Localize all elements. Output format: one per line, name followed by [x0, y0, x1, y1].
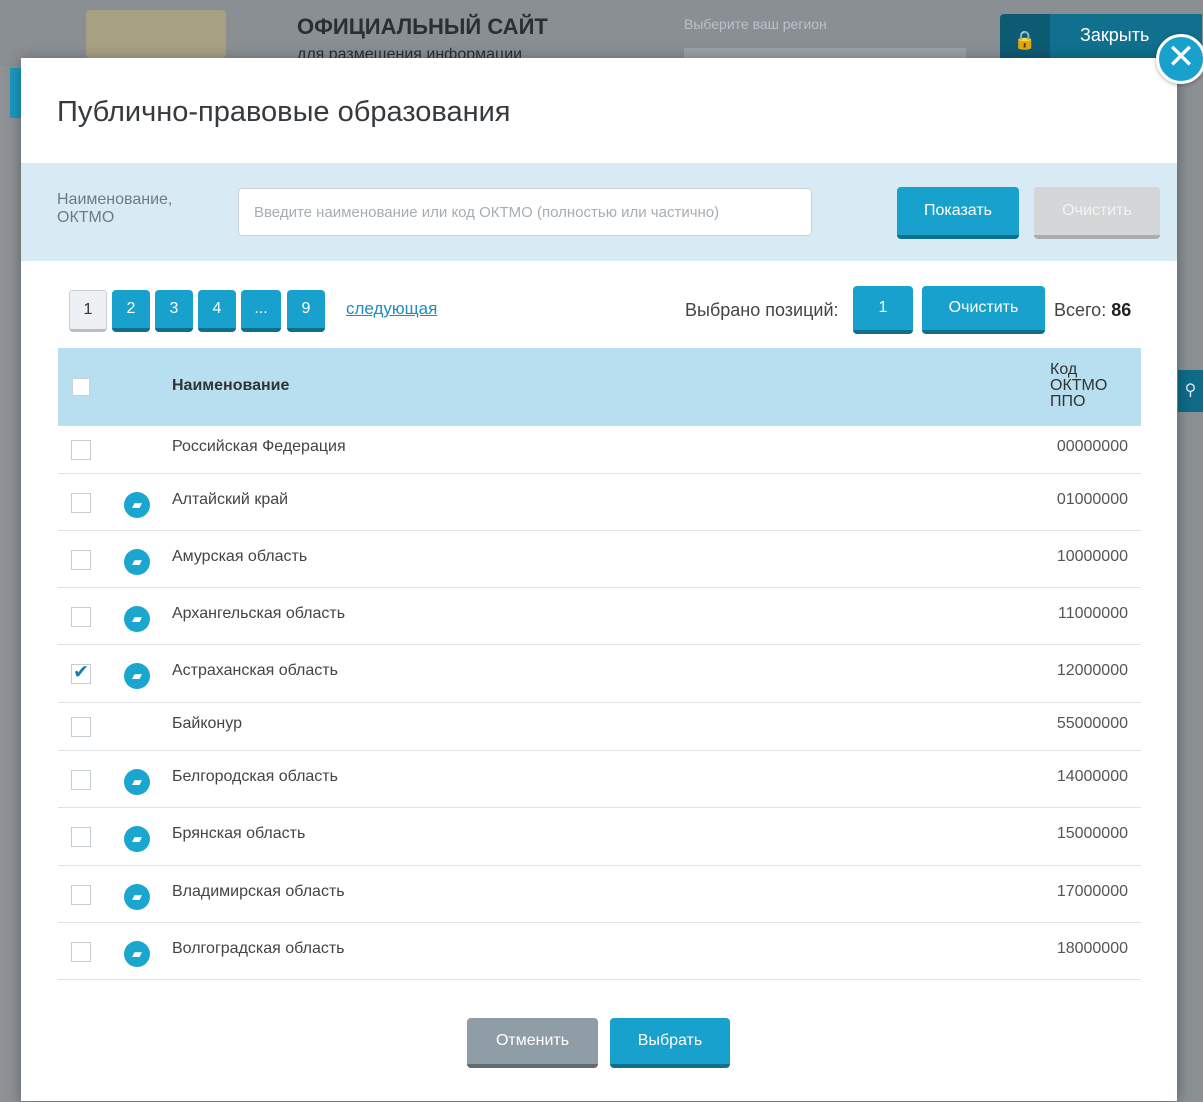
page-button-ellipsis[interactable]: ... — [241, 290, 281, 332]
column-header-code: Код ОКТМО ППО — [1050, 361, 1108, 410]
modal-title: Публично-правовые образования — [57, 96, 511, 128]
folder-icon[interactable]: ▰ — [124, 606, 150, 632]
row-checkbox[interactable] — [71, 885, 91, 905]
row-code: 12000000 — [1056, 662, 1128, 679]
table-row[interactable]: ▰ Брянская область 15000000 — [58, 808, 1141, 866]
total-count: Всего: 86 — [1054, 300, 1131, 321]
emblem-logo — [86, 10, 226, 58]
folder-icon[interactable]: ▰ — [124, 769, 150, 795]
row-checkbox[interactable] — [71, 661, 91, 684]
page-button-9[interactable]: 9 — [287, 290, 325, 332]
row-code: 01000000 — [1056, 491, 1128, 508]
cancel-button[interactable]: Отменить — [467, 1018, 598, 1068]
row-name: Брянская область — [172, 825, 306, 842]
filter-label: Наименование, ОКТМО — [57, 191, 173, 226]
selected-count-badge[interactable]: 1 — [853, 286, 913, 334]
clear-filter-button[interactable]: Очистить — [1034, 187, 1160, 239]
background-panel — [1177, 66, 1203, 1102]
folder-icon[interactable]: ▰ — [124, 941, 150, 967]
row-checkbox[interactable] — [71, 827, 91, 847]
show-button[interactable]: Показать — [897, 187, 1019, 239]
table-row[interactable]: ▰ Белгородская область 14000000 — [58, 751, 1141, 808]
row-checkbox[interactable] — [71, 440, 91, 460]
row-checkbox[interactable] — [71, 493, 91, 513]
select-all-checkbox[interactable] — [72, 378, 90, 396]
row-code: 11000000 — [1058, 605, 1128, 622]
table-row[interactable]: Российская Федерация 00000000 — [58, 426, 1141, 474]
row-name: Амурская область — [172, 548, 308, 565]
page-button-2[interactable]: 2 — [112, 290, 150, 332]
row-code: 17000000 — [1056, 883, 1128, 900]
folder-icon[interactable]: ▰ — [124, 826, 150, 852]
row-checkbox[interactable] — [71, 717, 91, 737]
ppo-table: Наименование Код ОКТМО ППО Российская Фе… — [58, 348, 1141, 980]
row-code: 14000000 — [1056, 768, 1128, 785]
total-value: 86 — [1111, 300, 1132, 320]
page-button-3[interactable]: 3 — [155, 290, 193, 332]
row-name: Белгородская область — [172, 768, 338, 785]
selected-count-label: Выбрано позиций: — [685, 300, 839, 320]
row-name: Владимирская область — [172, 883, 345, 900]
row-name: Волгоградская область — [172, 940, 345, 957]
select-button[interactable]: Выбрать — [610, 1018, 730, 1068]
row-name: Российская Федерация — [172, 438, 346, 455]
clear-selection-button[interactable]: Очистить — [922, 286, 1045, 334]
next-page-link[interactable]: следующая — [346, 299, 437, 319]
row-name: Астраханская область — [172, 662, 338, 679]
folder-icon[interactable]: ▰ — [124, 549, 150, 575]
row-checkbox[interactable] — [71, 942, 91, 962]
search-icon: ⚲ — [1178, 370, 1203, 412]
folder-icon[interactable]: ▰ — [124, 492, 150, 518]
row-checkbox[interactable] — [71, 770, 91, 790]
table-row[interactable]: ▰ Амурская область 10000000 — [58, 531, 1141, 588]
row-name: Байконур — [172, 715, 242, 732]
row-name: Алтайский край — [172, 491, 289, 508]
row-code: 10000000 — [1056, 548, 1128, 565]
folder-icon[interactable]: ▰ — [124, 663, 150, 689]
table-row[interactable]: ▰ Архангельская область 11000000 — [58, 588, 1141, 645]
row-name: Архангельская область — [172, 605, 346, 622]
folder-icon[interactable]: ▰ — [124, 884, 150, 910]
total-label: Всего: — [1054, 300, 1107, 320]
close-icon[interactable]: ✕ — [1156, 34, 1203, 84]
site-title: ОФИЦИАЛЬНЫЙ САЙТ — [297, 14, 548, 39]
close-label: Закрыть — [1080, 25, 1150, 45]
row-code: 18000000 — [1056, 940, 1128, 957]
row-code: 15000000 — [1056, 825, 1128, 842]
row-code: 55000000 — [1056, 715, 1128, 732]
table-body: Российская Федерация 00000000 ▰ Алтайский к… — [58, 426, 1141, 980]
table-row[interactable]: ▰ Алтайский край 01000000 — [58, 474, 1141, 531]
page-button-4[interactable]: 4 — [198, 290, 236, 332]
filter-bar: Наименование, ОКТМО Показать Очистить — [21, 163, 1177, 261]
row-checkbox[interactable] — [71, 607, 91, 627]
table-row[interactable]: ▰ Астраханская область 12000000 — [58, 645, 1141, 703]
table-header: Наименование Код ОКТМО ППО — [58, 348, 1141, 426]
region-label: Выберите ваш регион — [684, 16, 827, 32]
table-row[interactable]: Байконур 55000000 — [58, 703, 1141, 751]
table-row[interactable]: ▰ Волгоградская область 18000000 — [58, 923, 1141, 980]
search-input[interactable] — [238, 188, 812, 236]
ppo-modal: Публично-правовые образования Наименован… — [21, 58, 1177, 1101]
row-checkbox[interactable] — [71, 550, 91, 570]
page-button-1[interactable]: 1 — [69, 290, 107, 332]
column-header-name: Наименование — [172, 377, 290, 394]
row-code: 00000000 — [1056, 438, 1128, 455]
table-row[interactable]: ▰ Владимирская область 17000000 — [58, 866, 1141, 923]
